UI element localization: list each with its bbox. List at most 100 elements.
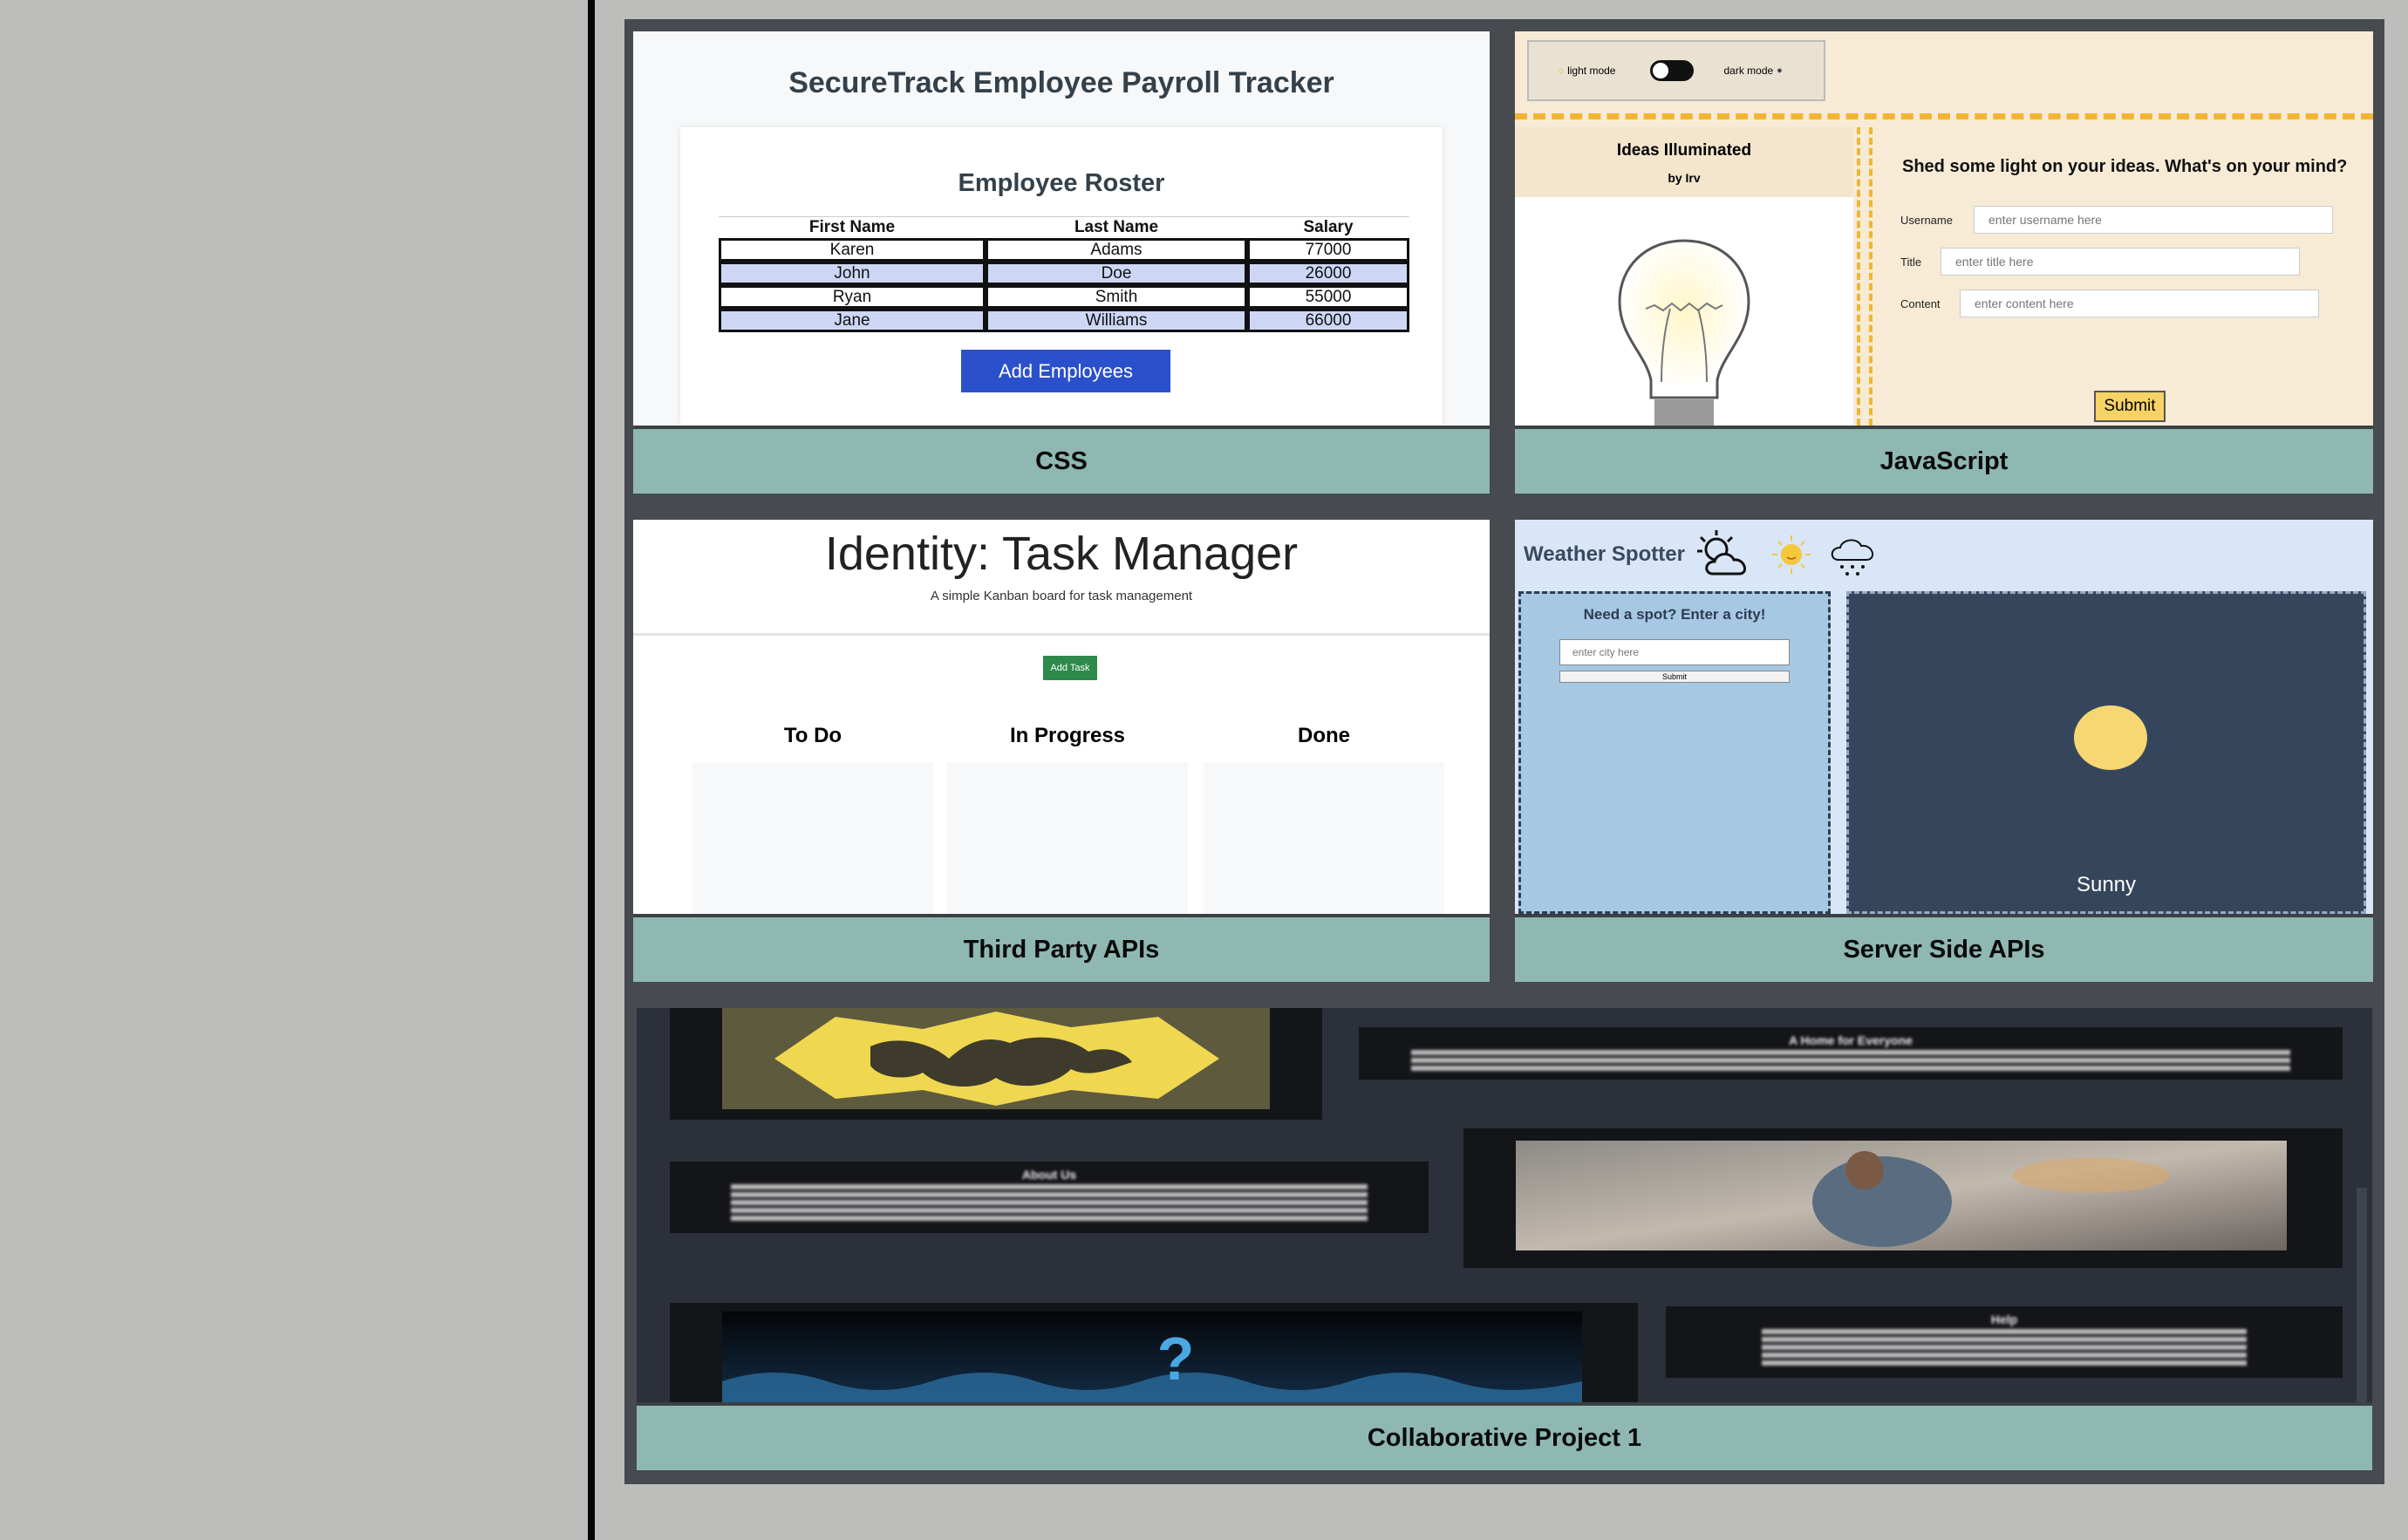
partly-cloudy-icon: [1696, 530, 1746, 576]
city-submit-button[interactable]: Submit: [1559, 671, 1790, 683]
project-card-server-side-apis[interactable]: Weather Spotter Need a spot? Enter a cit…: [1515, 520, 2373, 982]
third-party-project-screenshot[interactable]: Identity: Task Manager A simple Kanban b…: [633, 520, 1490, 914]
weather-display: Sunny: [1846, 591, 2366, 914]
sunny-face-icon: [1771, 535, 1811, 574]
column-body: [1204, 762, 1444, 914]
salary-cell: 26000: [1247, 262, 1409, 285]
salary-cell: 66000: [1247, 309, 1409, 332]
fitness-logo-image: [722, 1008, 1270, 1109]
javascript-project-screenshot[interactable]: ☼ light mode dark mode ● Ideas Illuminat…: [1515, 31, 2373, 426]
logo-panel: [670, 1008, 1322, 1120]
username-label: Username: [1900, 213, 1953, 227]
project-card-css[interactable]: SecureTrack Employee Payroll Tracker Emp…: [633, 31, 1490, 494]
add-employees-button: Add Employees: [961, 350, 1170, 392]
last-name-cell: Doe: [986, 262, 1247, 285]
content-field[interactable]: [1960, 290, 2319, 317]
collab-project-screenshot[interactable]: A Home for Everyone About Us ? Help: [637, 1008, 2372, 1402]
last-name-cell: Adams: [986, 238, 1247, 262]
question-crowd-image: ?: [722, 1312, 1582, 1402]
first-name-cell: John: [719, 262, 986, 285]
photo-panel: [1463, 1128, 2343, 1268]
project-card-javascript[interactable]: ☼ light mode dark mode ● Ideas Illuminat…: [1515, 31, 2373, 494]
kanban-column-in-progress: In Progress: [947, 720, 1188, 914]
scrollbar[interactable]: [2357, 1188, 2367, 1402]
theme-toggle-switch: [1650, 60, 1695, 81]
theme-toggle-box: ☼ light mode dark mode ●: [1527, 40, 1825, 101]
task-manager-title: Identity: Task Manager: [824, 528, 1299, 580]
title-field[interactable]: [1941, 248, 2300, 276]
question-panel: ?: [670, 1303, 1638, 1402]
sun-icon: ☼: [1557, 65, 1566, 76]
moon-icon: ●: [1777, 65, 1783, 76]
portfolio-grid: SecureTrack Employee Payroll Tracker Emp…: [624, 19, 2384, 1484]
sun-icon: [2074, 705, 2147, 770]
content-label: Content: [1900, 296, 1941, 310]
light-mode-label: light mode: [1567, 65, 1616, 77]
last-name-cell: Williams: [986, 309, 1247, 332]
card-caption-third-party-apis[interactable]: Third Party APIs: [633, 914, 1490, 982]
runner-photo-image: [1516, 1141, 2287, 1250]
column-body: [692, 762, 933, 914]
brand-title: Ideas Illuminated: [1616, 141, 1752, 160]
first-name-cell: Ryan: [719, 285, 986, 309]
table-row: Ryan Smith 55000: [719, 285, 1409, 309]
table-row: Jane Williams 66000: [719, 309, 1409, 332]
card-caption-javascript[interactable]: JavaScript: [1515, 426, 2373, 494]
city-search-input[interactable]: [1559, 639, 1790, 665]
column-header: Salary: [1247, 216, 1409, 238]
last-name-cell: Smith: [986, 285, 1247, 309]
first-name-cell: Jane: [719, 309, 986, 332]
add-task-button[interactable]: Add Task: [1043, 656, 1097, 680]
search-prompt: Need a spot? Enter a city!: [1583, 606, 1766, 623]
about-text-block: About Us: [670, 1162, 1429, 1233]
weather-header: Weather Spotter: [1524, 528, 1882, 581]
card-caption-collaborative-project-1[interactable]: Collaborative Project 1: [637, 1402, 2372, 1470]
dashed-column-divider: [1857, 127, 1873, 426]
table-row: John Doe 26000: [719, 262, 1409, 285]
weather-title: Weather Spotter: [1524, 542, 1685, 566]
column-header: Last Name: [986, 216, 1247, 238]
prompt-text: Shed some light on your ideas. What's on…: [1902, 157, 2348, 176]
column-title: To Do: [783, 724, 842, 747]
roster-title: Employee Roster: [958, 169, 1165, 197]
idea-form: Username Title Content: [1900, 206, 2373, 331]
left-divider: [588, 0, 595, 1540]
project-card-collaborative-project-1[interactable]: A Home for Everyone About Us ? Help Coll…: [637, 1008, 2372, 1470]
column-title: In Progress: [1009, 724, 1126, 747]
project-card-third-party-apis[interactable]: Identity: Task Manager A simple Kanban b…: [633, 520, 1490, 982]
submit-button[interactable]: Submit: [2094, 391, 2166, 422]
table-row: Karen Adams 77000: [719, 238, 1409, 262]
lightbulb-icon: [1618, 239, 1750, 426]
server-side-project-screenshot[interactable]: Weather Spotter Need a spot? Enter a cit…: [1515, 520, 2373, 914]
card-caption-css[interactable]: CSS: [633, 426, 1490, 494]
salary-cell: 77000: [1247, 238, 1409, 262]
intro-text-block: A Home for Everyone: [1359, 1027, 2343, 1080]
column-title: Done: [1298, 724, 1350, 747]
username-field[interactable]: [1974, 206, 2333, 234]
snow-cloud-icon: [1831, 539, 1873, 576]
title-label: Title: [1900, 255, 1922, 269]
roster-panel: Employee Roster First Name Last Name Sal…: [680, 127, 1443, 426]
css-project-screenshot[interactable]: SecureTrack Employee Payroll Tracker Emp…: [633, 31, 1490, 426]
intro-heading: A Home for Everyone: [1789, 1033, 1913, 1047]
kanban-column-todo: To Do: [692, 720, 933, 914]
dashed-divider: [1515, 113, 2373, 119]
first-name-cell: Karen: [719, 238, 986, 262]
payroll-title: SecureTrack Employee Payroll Tracker: [788, 66, 1334, 99]
card-caption-server-side-apis[interactable]: Server Side APIs: [1515, 914, 2373, 982]
column-body: [947, 762, 1188, 914]
about-heading: About Us: [1021, 1168, 1077, 1182]
dark-mode-label: dark mode: [1723, 65, 1774, 77]
header-divider: [633, 633, 1490, 636]
lightbulb-panel: [1515, 197, 1853, 426]
weather-condition: Sunny: [2076, 873, 2137, 896]
help-text-block: Help: [1666, 1306, 2343, 1378]
city-search-panel: Need a spot? Enter a city! Submit: [1518, 591, 1831, 914]
help-heading: Help: [1990, 1312, 2018, 1326]
brand-header: Ideas Illuminated by Irv: [1515, 127, 1853, 197]
brand-byline: by Irv: [1668, 171, 1701, 185]
task-manager-subtitle: A simple Kanban board for task managemen…: [930, 589, 1193, 603]
kanban-column-done: Done: [1204, 720, 1444, 914]
column-header: First Name: [719, 216, 986, 238]
employee-table: First Name Last Name Salary Karen Adams …: [719, 216, 1409, 332]
